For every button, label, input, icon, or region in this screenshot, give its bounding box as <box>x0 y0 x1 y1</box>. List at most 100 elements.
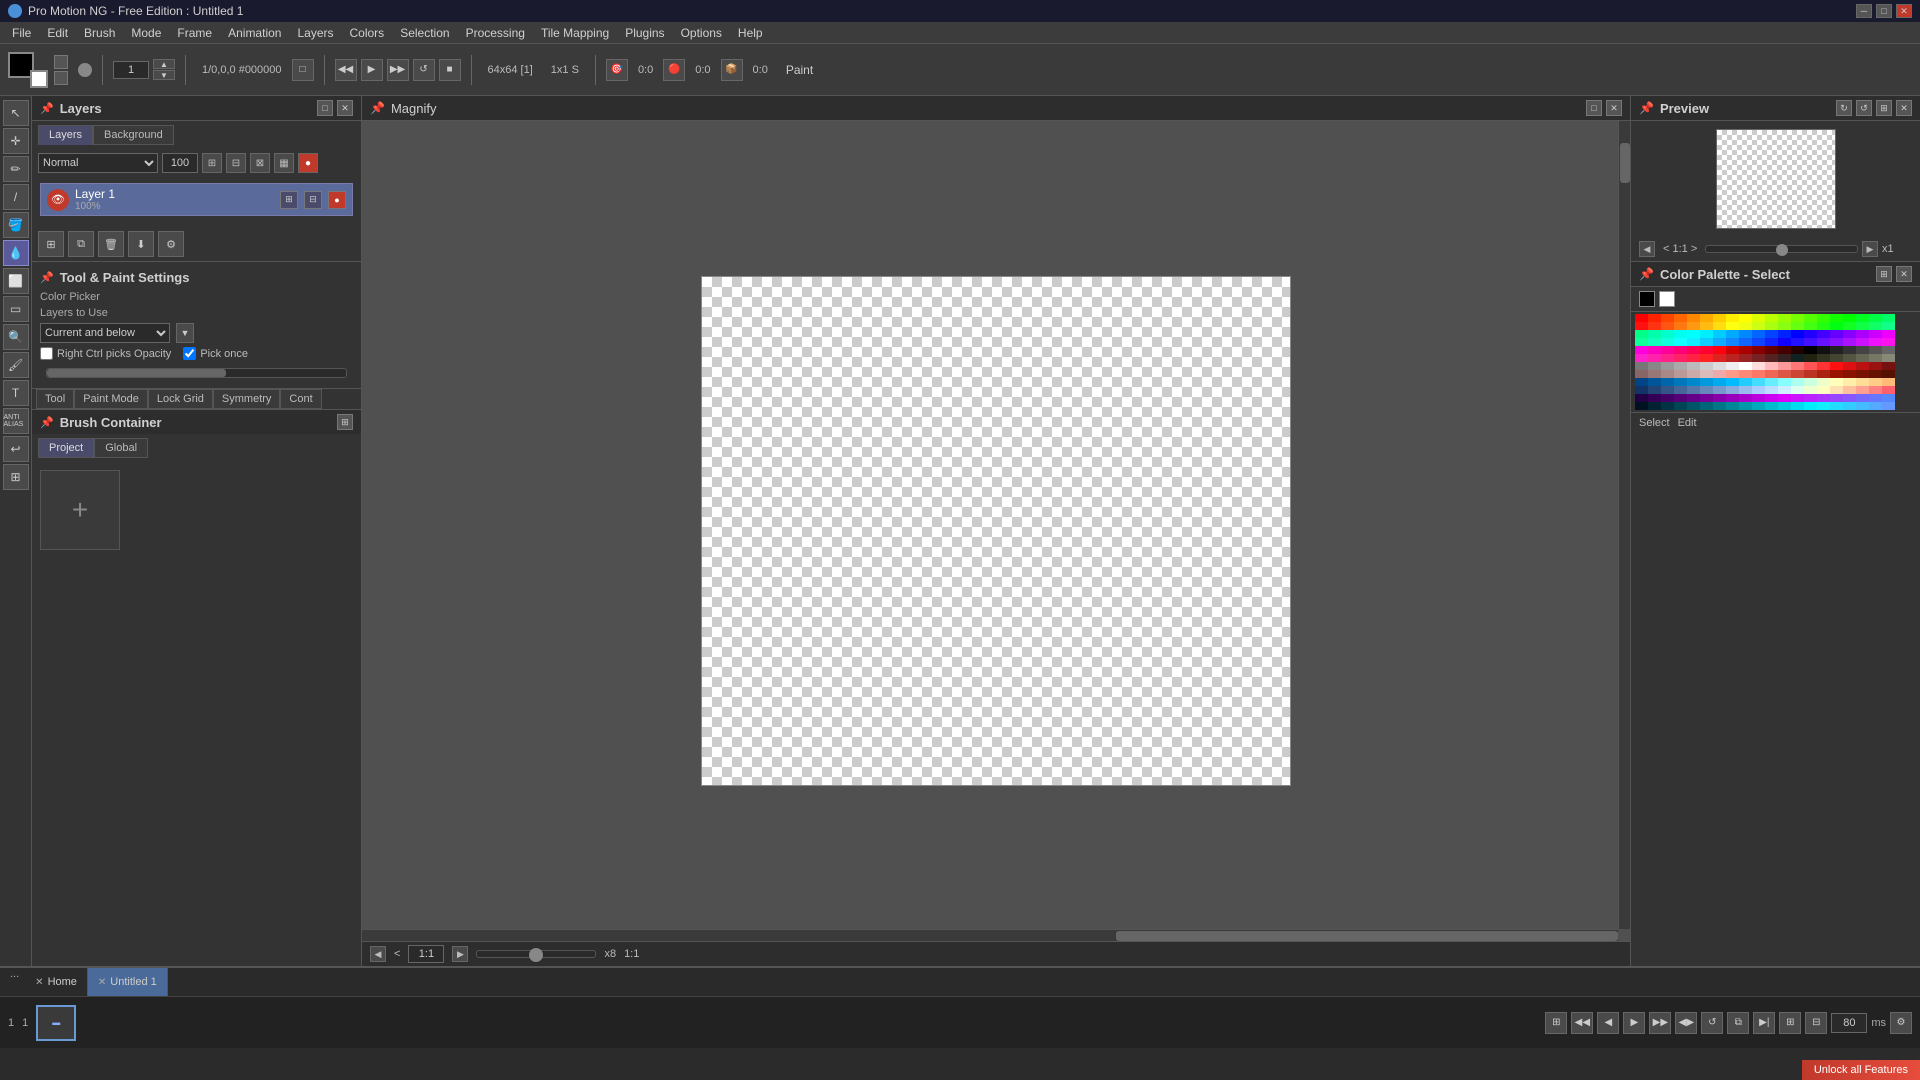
palette-color-cell[interactable] <box>1843 394 1856 402</box>
palette-color-cell[interactable] <box>1817 386 1830 394</box>
palette-color-cell[interactable] <box>1843 386 1856 394</box>
palette-color-cell[interactable] <box>1778 394 1791 402</box>
layer-icon-1[interactable]: ⊞ <box>202 153 222 173</box>
add-layer-btn[interactable]: ⊞ <box>38 231 64 257</box>
preview-zoom-track[interactable] <box>1705 245 1858 253</box>
palette-color-cell[interactable] <box>1856 386 1869 394</box>
film-btn-9[interactable]: ▶| <box>1753 1012 1775 1034</box>
palette-color-cell[interactable] <box>1765 386 1778 394</box>
menu-selection[interactable]: Selection <box>392 24 457 42</box>
palette-color-cell[interactable] <box>1739 354 1752 362</box>
palette-color-cell[interactable] <box>1674 370 1687 378</box>
copy-layer-btn[interactable]: ⧉ <box>68 231 94 257</box>
palette-color-cell[interactable] <box>1882 362 1895 370</box>
palette-color-cell[interactable] <box>1778 386 1791 394</box>
canvas-zoom-track[interactable] <box>476 950 596 958</box>
palette-color-cell[interactable] <box>1778 338 1791 346</box>
palette-color-cell[interactable] <box>1817 378 1830 386</box>
palette-color-cell[interactable] <box>1648 354 1661 362</box>
palette-color-cell[interactable] <box>1674 330 1687 338</box>
palette-color-cell[interactable] <box>1713 402 1726 410</box>
tab-background[interactable]: Background <box>93 125 174 145</box>
palette-color-cell[interactable] <box>1713 378 1726 386</box>
palette-color-cell[interactable] <box>1648 322 1661 330</box>
right-ctrl-check[interactable]: Right Ctrl picks Opacity <box>40 347 171 360</box>
palette-color-cell[interactable] <box>1765 354 1778 362</box>
palette-color-cell[interactable] <box>1700 314 1713 322</box>
layer-eye-icon[interactable]: 👁 <box>47 189 69 211</box>
stop-btn[interactable]: ■ <box>439 59 461 81</box>
palette-color-cell[interactable] <box>1869 394 1882 402</box>
palette-color-cell[interactable] <box>1739 322 1752 330</box>
preview-close-btn[interactable]: ✕ <box>1896 100 1912 116</box>
layer-icon-4[interactable]: ▦ <box>274 153 294 173</box>
palette-color-cell[interactable] <box>1739 394 1752 402</box>
palette-color-cell[interactable] <box>1713 354 1726 362</box>
palette-color-cell[interactable] <box>1830 354 1843 362</box>
preview-layout-btn[interactable]: ⊞ <box>1876 100 1892 116</box>
palette-color-cell[interactable] <box>1869 354 1882 362</box>
play-prev-btn[interactable]: ◀◀ <box>335 59 357 81</box>
palette-color-cell[interactable] <box>1687 402 1700 410</box>
palette-color-cell[interactable] <box>1817 362 1830 370</box>
move-tool[interactable]: ✛ <box>3 128 29 154</box>
right-ctrl-checkbox[interactable] <box>40 347 53 360</box>
palette-color-cell[interactable] <box>1843 346 1856 354</box>
palette-color-cell[interactable] <box>1687 322 1700 330</box>
add-brush-btn[interactable]: + <box>40 470 120 550</box>
del-layer-btn[interactable]: 🗑 <box>98 231 124 257</box>
palette-color-cell[interactable] <box>1739 370 1752 378</box>
palette-color-cell[interactable] <box>1739 362 1752 370</box>
canvas-zoom-input[interactable] <box>408 945 444 963</box>
palette-color-cell[interactable] <box>1830 314 1843 322</box>
fill-tool[interactable]: 🪣 <box>3 212 29 238</box>
canvas-zoom-thumb[interactable] <box>529 948 543 962</box>
palette-color-cell[interactable] <box>1661 346 1674 354</box>
palette-color-cell[interactable] <box>1856 346 1869 354</box>
extra-tool[interactable]: ⊞ <box>3 464 29 490</box>
tool-circle[interactable] <box>78 63 92 77</box>
palette-color-cell[interactable] <box>1830 386 1843 394</box>
zoom-tool[interactable]: 🔍 <box>3 324 29 350</box>
preview-refresh-btn[interactable]: ↺ <box>1856 100 1872 116</box>
layer-action-1[interactable]: ⊞ <box>280 191 298 209</box>
canvas-scroll-horizontal[interactable] <box>362 929 1618 941</box>
palette-color-cell[interactable] <box>1726 322 1739 330</box>
palette-color-cell[interactable] <box>1843 330 1856 338</box>
palette-color-cell[interactable] <box>1817 354 1830 362</box>
palette-color-cell[interactable] <box>1674 322 1687 330</box>
palette-color-cell[interactable] <box>1648 394 1661 402</box>
palette-color-cell[interactable] <box>1778 370 1791 378</box>
tool-icon-2[interactable] <box>54 71 68 85</box>
film-fps-input[interactable]: 80 <box>1831 1013 1867 1033</box>
palette-color-cell[interactable] <box>1765 338 1778 346</box>
palette-color-cell[interactable] <box>1791 354 1804 362</box>
palette-color-cell[interactable] <box>1765 330 1778 338</box>
palette-color-cell[interactable] <box>1713 346 1726 354</box>
palette-color-cell[interactable] <box>1791 338 1804 346</box>
layers-collapse-btn[interactable]: □ <box>317 100 333 116</box>
film-btn-1[interactable]: ⊞ <box>1545 1012 1567 1034</box>
palette-color-cell[interactable] <box>1752 338 1765 346</box>
palette-color-cell[interactable] <box>1726 338 1739 346</box>
maximize-button[interactable]: □ <box>1876 4 1892 18</box>
palette-color-cell[interactable] <box>1752 386 1765 394</box>
film-btn-6[interactable]: ◀▶ <box>1675 1012 1697 1034</box>
palette-color-cell[interactable] <box>1661 402 1674 410</box>
palette-color-cell[interactable] <box>1674 386 1687 394</box>
tab-layers[interactable]: Layers <box>38 125 93 145</box>
brush-tab-project[interactable]: Project <box>38 438 94 458</box>
palette-color-cell[interactable] <box>1700 322 1713 330</box>
palette-color-cell[interactable] <box>1830 362 1843 370</box>
layers-to-use-select[interactable]: Current and below All layers Current onl… <box>40 323 170 343</box>
size-input[interactable]: 1 <box>113 61 149 79</box>
palette-color-cell[interactable] <box>1856 370 1869 378</box>
palette-color-cell[interactable] <box>1661 394 1674 402</box>
menu-colors[interactable]: Colors <box>342 24 393 42</box>
layer-settings-btn[interactable]: ⚙ <box>158 231 184 257</box>
palette-color-cell[interactable] <box>1687 394 1700 402</box>
palette-color-cell[interactable] <box>1778 362 1791 370</box>
size-up-btn[interactable]: ▲ <box>153 59 175 69</box>
palette-color-cell[interactable] <box>1700 346 1713 354</box>
palette-color-cell[interactable] <box>1648 346 1661 354</box>
